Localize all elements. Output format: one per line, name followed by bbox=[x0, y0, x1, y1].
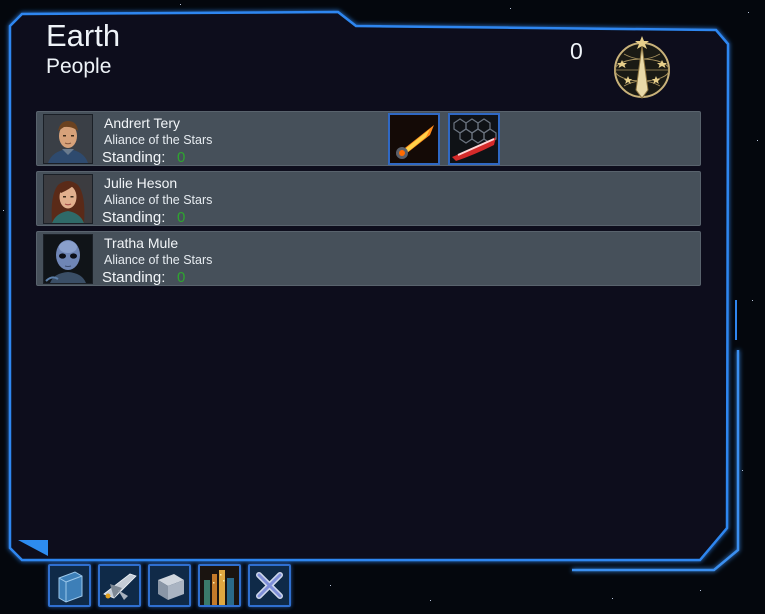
standing-value: 0 bbox=[177, 149, 186, 166]
alien-portrait bbox=[43, 234, 93, 284]
person-name: Julie Heson bbox=[104, 175, 178, 191]
person-faction: Aliance of the Stars bbox=[104, 193, 213, 207]
section-title: People bbox=[46, 55, 112, 78]
person-faction: Aliance of the Stars bbox=[104, 253, 213, 267]
standing-value: 0 bbox=[177, 269, 186, 286]
hex-shield-slash-icon[interactable] bbox=[448, 113, 500, 165]
human-female-portrait bbox=[43, 174, 93, 224]
standing-value: 0 bbox=[177, 209, 186, 226]
starship-icon[interactable] bbox=[98, 564, 141, 607]
planet-title: Earth bbox=[46, 18, 121, 53]
person-name: Tratha Mule bbox=[104, 235, 179, 251]
cargo-crate-icon[interactable] bbox=[148, 564, 191, 607]
people-list: Andrert Tery Aliance of the Stars Standi… bbox=[36, 111, 701, 291]
standing-label: Standing: bbox=[102, 209, 166, 226]
close-icon[interactable] bbox=[248, 564, 291, 607]
person-faction: Aliance of the Stars bbox=[104, 133, 213, 147]
journal-book-icon[interactable] bbox=[48, 564, 91, 607]
standing-label: Standing: bbox=[102, 269, 166, 286]
person-row[interactable]: Julie Heson Aliance of the Stars Standin… bbox=[36, 171, 701, 226]
person-row[interactable]: Tratha Mule Aliance of the Stars Standin… bbox=[36, 231, 701, 286]
person-row[interactable]: Andrert Tery Aliance of the Stars Standi… bbox=[36, 111, 701, 166]
faction-emblem-icon bbox=[614, 36, 670, 99]
score-value: 0 bbox=[570, 38, 583, 64]
flame-blast-icon[interactable] bbox=[388, 113, 440, 165]
human-male-portrait bbox=[43, 114, 93, 164]
standing-label: Standing: bbox=[102, 149, 166, 166]
person-name: Andrert Tery bbox=[104, 115, 180, 131]
city-planet-icon[interactable] bbox=[198, 564, 241, 607]
